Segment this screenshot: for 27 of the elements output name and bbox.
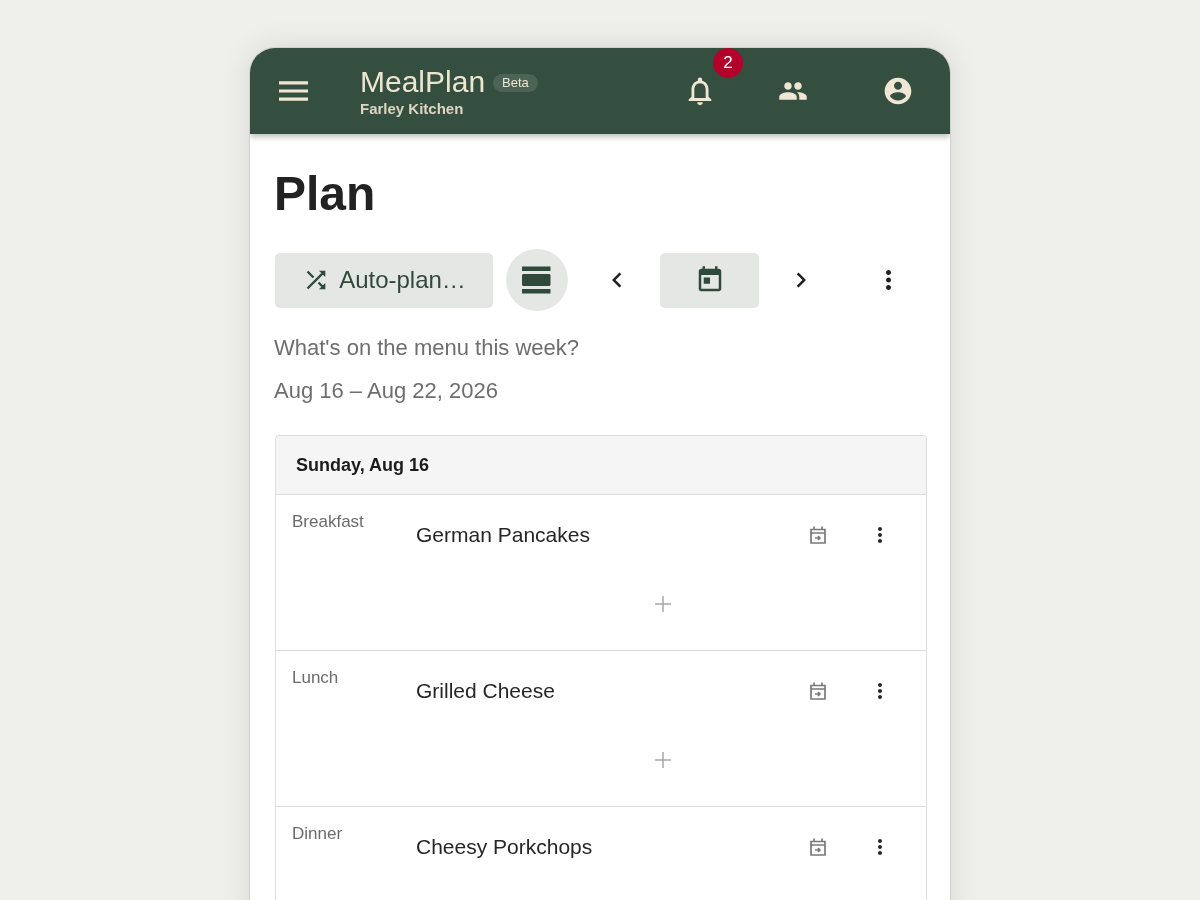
auto-plan-button[interactable]: Auto-plan… [275, 252, 493, 308]
account-icon [882, 75, 914, 107]
meal-label: Lunch [292, 668, 339, 687]
meal-label: Dinner [292, 824, 343, 843]
kitchen-name: Farley Kitchen [360, 99, 464, 119]
calendar-arrow-icon [809, 525, 827, 545]
beta-badge: Beta [493, 74, 538, 92]
recipe-name[interactable]: Cheesy Porkchops [416, 835, 593, 859]
more-vert-icon [878, 527, 882, 543]
calendar-arrow-icon [809, 681, 827, 701]
notification-badge: 2 [713, 48, 743, 78]
page-title: Plan [274, 166, 376, 222]
plus-icon [655, 596, 671, 612]
week-date-range: Aug 16 – Aug 22, 2026 [274, 377, 498, 405]
more-vert-icon [878, 839, 882, 855]
recipe-name[interactable]: Grilled Cheese [416, 679, 555, 703]
menu-icon [278, 81, 308, 101]
calendar-arrow-icon [809, 837, 827, 857]
meal-label: Breakfast [292, 512, 364, 531]
plus-icon [655, 752, 671, 768]
more-vert-icon [885, 270, 891, 290]
date-picker-button[interactable] [660, 252, 759, 308]
more-vert-icon [878, 683, 882, 699]
recipe-name[interactable]: German Pancakes [416, 523, 590, 547]
week-tagline: What's on the menu this week? [274, 334, 580, 362]
app-title: MealPlan [360, 65, 486, 99]
day-label: Sunday, Aug 16 [296, 453, 430, 477]
